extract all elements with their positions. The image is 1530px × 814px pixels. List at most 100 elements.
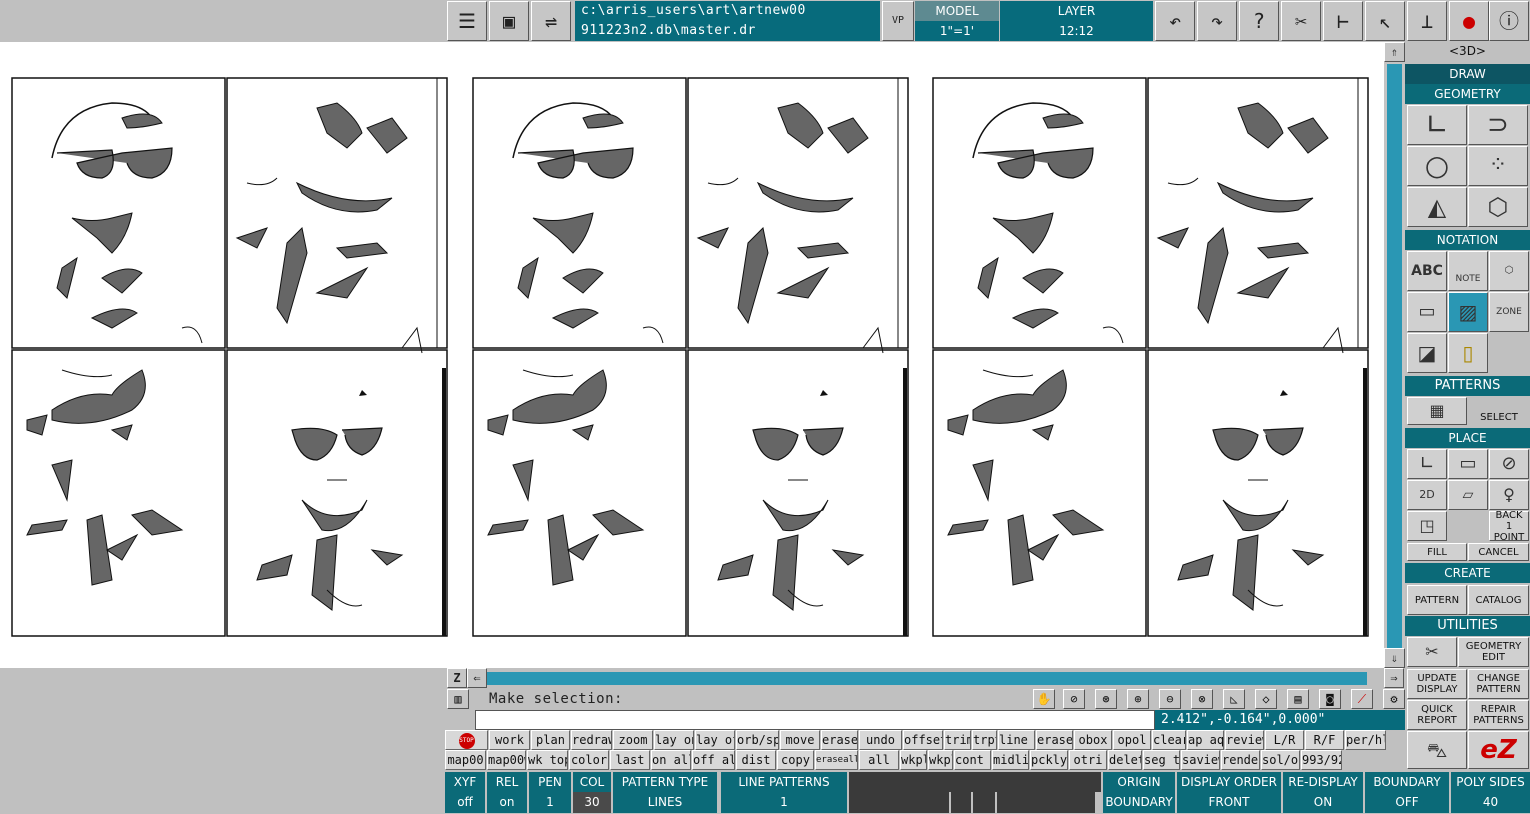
catalog-button[interactable]: CATALOG	[1468, 585, 1529, 615]
gear-icon[interactable]: ⚙	[1383, 689, 1405, 709]
line-patterns-value[interactable]: 1	[721, 792, 847, 813]
z-button[interactable]: Z	[447, 668, 467, 688]
view-mode[interactable]: <3D>	[1405, 42, 1530, 60]
zoom-extents-icon[interactable]: ⊛	[1095, 689, 1117, 709]
keys_row2-key-off-all[interactable]: off all	[692, 750, 735, 770]
query-icon[interactable]: ?	[1239, 1, 1279, 41]
view-image-icon[interactable]: ▤	[1287, 689, 1309, 709]
note-icon[interactable]: NOTE	[1448, 251, 1488, 291]
back-point-button[interactable]: BACK 1 POINT	[1489, 510, 1529, 543]
model-scale[interactable]: 1"=1'	[915, 21, 999, 41]
zoom-in-icon[interactable]: ⊕	[1127, 689, 1149, 709]
origin-value[interactable]: BOUNDARY	[1103, 792, 1175, 813]
place-people-icon[interactable]: ♀	[1489, 480, 1529, 510]
scroll-down-icon[interactable]: ⇓	[1384, 648, 1405, 668]
stop-button[interactable]: STOP	[445, 730, 488, 750]
update-display-button[interactable]: UPDATE DISPLAY	[1407, 669, 1467, 699]
scroll-up-icon[interactable]: ⇑	[1384, 42, 1405, 62]
keys_row1-key-line-q[interactable]: line q	[998, 730, 1035, 750]
keys_row1-key-l-r[interactable]: L/R	[1265, 730, 1304, 750]
line-icon[interactable]: ∟	[1407, 105, 1467, 145]
patterns-header[interactable]: PATTERNS	[1405, 376, 1530, 396]
keys_row2-key-wkplan[interactable]: wkplan	[900, 750, 927, 770]
undo-icon[interactable]: ↶	[1155, 1, 1195, 41]
keys_row1-key-work[interactable]: work	[489, 730, 530, 750]
keys_row2-key-last[interactable]: last	[610, 750, 650, 770]
settings-sliders-icon[interactable]: ⇌	[531, 1, 571, 41]
fill-button[interactable]: FILL	[1407, 543, 1467, 561]
col-value[interactable]: 30	[573, 792, 611, 813]
axes-icon[interactable]: ⊥	[1407, 1, 1447, 41]
keys_row1-key-trim[interactable]: trim	[944, 730, 971, 750]
info-icon[interactable]: ⓘ	[1489, 1, 1529, 41]
keys_row2-key-seg-t[interactable]: seg t	[1143, 750, 1180, 770]
keys_row1-key-ap-aq[interactable]: ap aq	[1187, 730, 1224, 750]
utilities-header[interactable]: UTILITIES	[1405, 616, 1530, 636]
keys_row2-key-map00w[interactable]: map00w	[487, 750, 526, 770]
keys_row1-key-lay-off[interactable]: lay off	[695, 730, 735, 750]
circle-icon[interactable]: ○	[1407, 146, 1467, 186]
keys_row2-key-otri[interactable]: otri	[1069, 750, 1107, 770]
place-2d-icon[interactable]: 2D	[1407, 480, 1447, 510]
keys_row1-key-erase[interactable]: erase	[1036, 730, 1073, 750]
car-icon[interactable]: ⛍	[1407, 731, 1467, 769]
keys_row2-key-sol-off[interactable]: sol/off	[1261, 750, 1300, 770]
ez-logo[interactable]: eZ	[1468, 731, 1529, 769]
repair-patterns-button[interactable]: REPAIR PATTERNS	[1468, 700, 1529, 730]
place-rect-icon[interactable]: ▭	[1448, 449, 1488, 479]
zoom-out-icon[interactable]: ⊖	[1159, 689, 1181, 709]
keys_row1-key-per-hl[interactable]: per/hl	[1345, 730, 1386, 750]
place-line-icon[interactable]: ∟	[1407, 449, 1447, 479]
globe-icon[interactable]: ●	[1449, 1, 1489, 41]
pointer-icon[interactable]: ↖	[1365, 1, 1405, 41]
boundary-value[interactable]: OFF	[1365, 792, 1449, 813]
quick-report-button[interactable]: QUICK REPORT	[1407, 700, 1467, 730]
image-insert-icon[interactable]: ◪	[1407, 333, 1447, 373]
layer-value[interactable]: 12:12	[1000, 21, 1153, 41]
trim-icon[interactable]: ✂	[1281, 1, 1321, 41]
place-circle-icon[interactable]: ⊘	[1489, 449, 1529, 479]
keys_row1-key-undo[interactable]: undo	[859, 730, 902, 750]
zoom-window-icon[interactable]: ⊘	[1063, 689, 1085, 709]
horizontal-scroll-thumb[interactable]	[487, 672, 1367, 685]
vertical-scrollbar[interactable]: ⇑ ⇓	[1384, 42, 1405, 680]
pattern-type-value[interactable]: LINES	[613, 792, 717, 813]
command-input[interactable]	[475, 710, 1155, 730]
keys_row1-key-move[interactable]: move	[780, 730, 820, 750]
zone-icon[interactable]: ZONE	[1489, 292, 1529, 332]
keys_row1-key-redraw[interactable]: redraw	[571, 730, 612, 750]
redo-icon[interactable]: ↷	[1197, 1, 1237, 41]
xyf-value[interactable]: off	[445, 792, 485, 813]
keys_row2-key-color[interactable]: color	[569, 750, 609, 770]
hatch-icon[interactable]: ▨	[1448, 292, 1488, 332]
scroll-right-icon[interactable]: ⇒	[1384, 668, 1404, 688]
create-header[interactable]: CREATE	[1405, 563, 1530, 583]
notation-header[interactable]: NOTATION	[1405, 230, 1530, 250]
keys_row2-key-pcklywk[interactable]: pcklywk	[1030, 750, 1068, 770]
detail-box-icon[interactable]: ▭	[1407, 292, 1447, 332]
rel-value[interactable]: on	[487, 792, 527, 813]
place-zone-icon[interactable]: ▱	[1448, 480, 1488, 510]
place-shape-icon[interactable]: ◳	[1407, 511, 1447, 541]
viewport-button[interactable]: VP	[882, 1, 914, 41]
view-iso-icon[interactable]: ◇	[1255, 689, 1277, 709]
keys_row1-key-obox[interactable]: obox	[1074, 730, 1112, 750]
keys_row2-key-wkplane[interactable]: wkplane	[928, 750, 953, 770]
keys_row1-key-opol[interactable]: opol	[1113, 730, 1151, 750]
save-icon[interactable]: ▣	[489, 1, 529, 41]
drawing-canvas[interactable]	[0, 42, 1384, 668]
scroll-left-icon[interactable]: ⇐	[467, 668, 487, 688]
keys_row2-key-wk-top[interactable]: wk top	[527, 750, 568, 770]
keys_row1-key-offset[interactable]: offset	[903, 730, 943, 750]
pen-value[interactable]: 1	[529, 792, 571, 813]
label-tag-icon[interactable]: ⬡	[1489, 251, 1529, 291]
sticky-note-icon[interactable]: ▯	[1448, 333, 1488, 373]
solid-cube-icon[interactable]: ⬡	[1468, 187, 1528, 227]
keys_row2-key-all[interactable]: all	[859, 750, 899, 770]
keys_row2-key-delete[interactable]: delete	[1108, 750, 1142, 770]
keys_row1-key-lay-on[interactable]: lay on	[654, 730, 694, 750]
keys_row2-key-saview[interactable]: saview	[1181, 750, 1220, 770]
polygon-icon[interactable]: ◭	[1407, 187, 1467, 227]
keys_row2-key-copy[interactable]: copy	[777, 750, 814, 770]
keys_row2-key-render[interactable]: render	[1221, 750, 1260, 770]
